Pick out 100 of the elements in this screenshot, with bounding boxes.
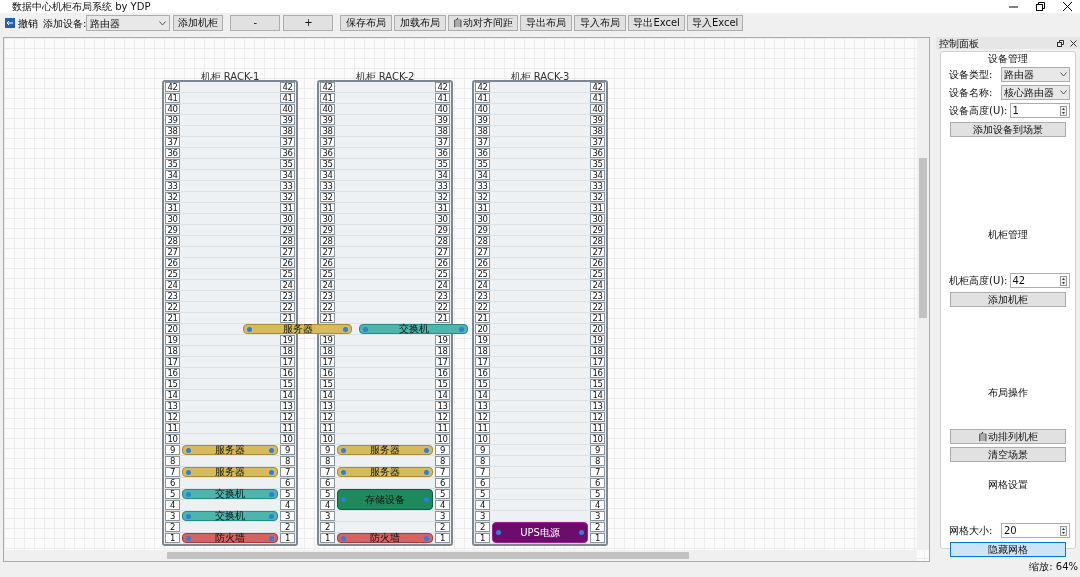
vertical-scrollbar[interactable] bbox=[917, 38, 929, 550]
device-bar[interactable]: 服务器 bbox=[243, 324, 352, 334]
unit-number: 16 bbox=[280, 368, 295, 378]
spinner-icon bbox=[1060, 525, 1067, 536]
device-bar[interactable]: 交换机 bbox=[359, 324, 468, 334]
device-bar[interactable]: 服务器 bbox=[182, 467, 278, 477]
panel-button[interactable]: 清空场景 bbox=[950, 447, 1066, 462]
undo-button[interactable]: 撤销 bbox=[3, 15, 40, 31]
port-icon bbox=[459, 326, 464, 332]
unit-number: 15 bbox=[165, 379, 180, 389]
unit-number: 27 bbox=[320, 247, 335, 257]
unit-number: 25 bbox=[590, 269, 605, 279]
horizontal-scrollbar[interactable] bbox=[4, 550, 917, 561]
unit-number: 24 bbox=[165, 280, 180, 290]
unit-number: 30 bbox=[590, 214, 605, 224]
unit-number: 12 bbox=[320, 412, 335, 422]
unit-number: 23 bbox=[475, 291, 490, 301]
unit-number: 23 bbox=[165, 291, 180, 301]
unit-number: 32 bbox=[165, 192, 180, 202]
unit-number: 22 bbox=[320, 302, 335, 312]
unit-number: 35 bbox=[590, 159, 605, 169]
unit-number: 13 bbox=[435, 401, 450, 411]
unit-number: 15 bbox=[475, 379, 490, 389]
chevron-down-icon bbox=[159, 20, 167, 26]
unit-number: 14 bbox=[590, 390, 605, 400]
unit-number: 6 bbox=[280, 478, 295, 488]
unit-number: 31 bbox=[590, 203, 605, 213]
panel-button[interactable]: 隐藏网格 bbox=[950, 542, 1066, 557]
panel-button[interactable]: 自动排列机柜 bbox=[950, 429, 1066, 444]
toolbar-button[interactable]: 自动对齐间距 bbox=[448, 15, 519, 31]
unit-number: 12 bbox=[165, 412, 180, 422]
toolbar-button[interactable]: + bbox=[283, 15, 334, 31]
unit-number: 14 bbox=[475, 390, 490, 400]
toolbar-button[interactable]: 导出Excel bbox=[628, 15, 685, 31]
unit-number: 28 bbox=[475, 236, 490, 246]
device-bar[interactable]: 防火墙 bbox=[337, 533, 433, 543]
unit-number: 16 bbox=[435, 368, 450, 378]
unit-number: 29 bbox=[475, 225, 490, 235]
dropdown[interactable]: 路由器 bbox=[1001, 67, 1070, 82]
port-icon bbox=[341, 469, 346, 475]
device-bar[interactable]: 防火墙 bbox=[182, 533, 278, 543]
unit-number: 25 bbox=[165, 269, 180, 279]
unit-number: 33 bbox=[475, 181, 490, 191]
unit-number: 36 bbox=[590, 148, 605, 158]
unit-number: 9 bbox=[165, 445, 180, 455]
unit-number: 37 bbox=[165, 137, 180, 147]
unit-number: 7 bbox=[280, 467, 295, 477]
unit-number: 4 bbox=[320, 500, 335, 510]
spin-box[interactable]: 20 bbox=[1001, 523, 1070, 538]
device-bar[interactable]: UPS电源 bbox=[492, 522, 588, 543]
toolbar-button[interactable]: 添加机柜 bbox=[173, 15, 224, 31]
panel-title: 控制面板 bbox=[939, 36, 979, 51]
unit-number: 35 bbox=[435, 159, 450, 169]
spin-box[interactable]: 1 bbox=[1009, 103, 1070, 118]
port-icon bbox=[269, 469, 274, 475]
layout-canvas[interactable] bbox=[3, 37, 930, 562]
rack[interactable] bbox=[472, 80, 608, 546]
device-bar[interactable]: 交换机 bbox=[182, 511, 278, 521]
toolbar-button[interactable]: 导入Excel bbox=[686, 15, 744, 31]
unit-number: 32 bbox=[435, 192, 450, 202]
panel-button[interactable]: 添加设备到场景 bbox=[950, 122, 1066, 137]
restore-icon[interactable] bbox=[1036, 2, 1045, 11]
toolbar-button[interactable]: - bbox=[230, 15, 281, 31]
device-bar[interactable]: 服务器 bbox=[337, 467, 433, 477]
panel-button[interactable]: 添加机柜 bbox=[950, 292, 1066, 307]
device-bar[interactable]: 存储设备 bbox=[337, 489, 433, 510]
unit-number: 9 bbox=[475, 445, 490, 455]
device-bar[interactable]: 服务器 bbox=[337, 445, 433, 455]
spin-box[interactable]: 42 bbox=[1009, 273, 1070, 288]
port-icon bbox=[341, 447, 346, 453]
toolbar-button[interactable]: 加载布局 bbox=[394, 15, 447, 31]
unit-number: 17 bbox=[165, 357, 180, 367]
toolbar-button[interactable]: 导出布局 bbox=[520, 15, 573, 31]
unit-number: 38 bbox=[320, 126, 335, 136]
device-bar[interactable]: 服务器 bbox=[182, 445, 278, 455]
toolbar-button[interactable]: 导入布局 bbox=[574, 15, 627, 31]
unit-number: 36 bbox=[280, 148, 295, 158]
unit-number: 40 bbox=[475, 104, 490, 114]
device-select[interactable]: 路由器 bbox=[86, 15, 171, 31]
port-icon bbox=[269, 535, 274, 541]
unit-number: 22 bbox=[475, 302, 490, 312]
close-icon[interactable] bbox=[1063, 2, 1072, 11]
unit-number: 35 bbox=[320, 159, 335, 169]
unit-number: 24 bbox=[475, 280, 490, 290]
field-label: 网格大小: bbox=[949, 524, 994, 538]
toolbar-button[interactable]: 保存布局 bbox=[340, 15, 393, 31]
unit-number: 11 bbox=[475, 423, 490, 433]
unit-number: 7 bbox=[475, 467, 490, 477]
unit-number: 39 bbox=[435, 115, 450, 125]
unit-number: 26 bbox=[475, 258, 490, 268]
field-label: 机柜高度(U): bbox=[949, 274, 1008, 288]
unit-number: 2 bbox=[590, 522, 605, 532]
rack[interactable] bbox=[317, 80, 453, 546]
unit-number: 21 bbox=[280, 313, 295, 323]
unit-number: 40 bbox=[165, 104, 180, 114]
device-bar[interactable]: 交换机 bbox=[182, 489, 278, 499]
unit-number: 22 bbox=[590, 302, 605, 312]
unit-number: 19 bbox=[590, 335, 605, 345]
dropdown[interactable]: 核心路由器 bbox=[1001, 85, 1070, 100]
port-icon bbox=[269, 447, 274, 453]
